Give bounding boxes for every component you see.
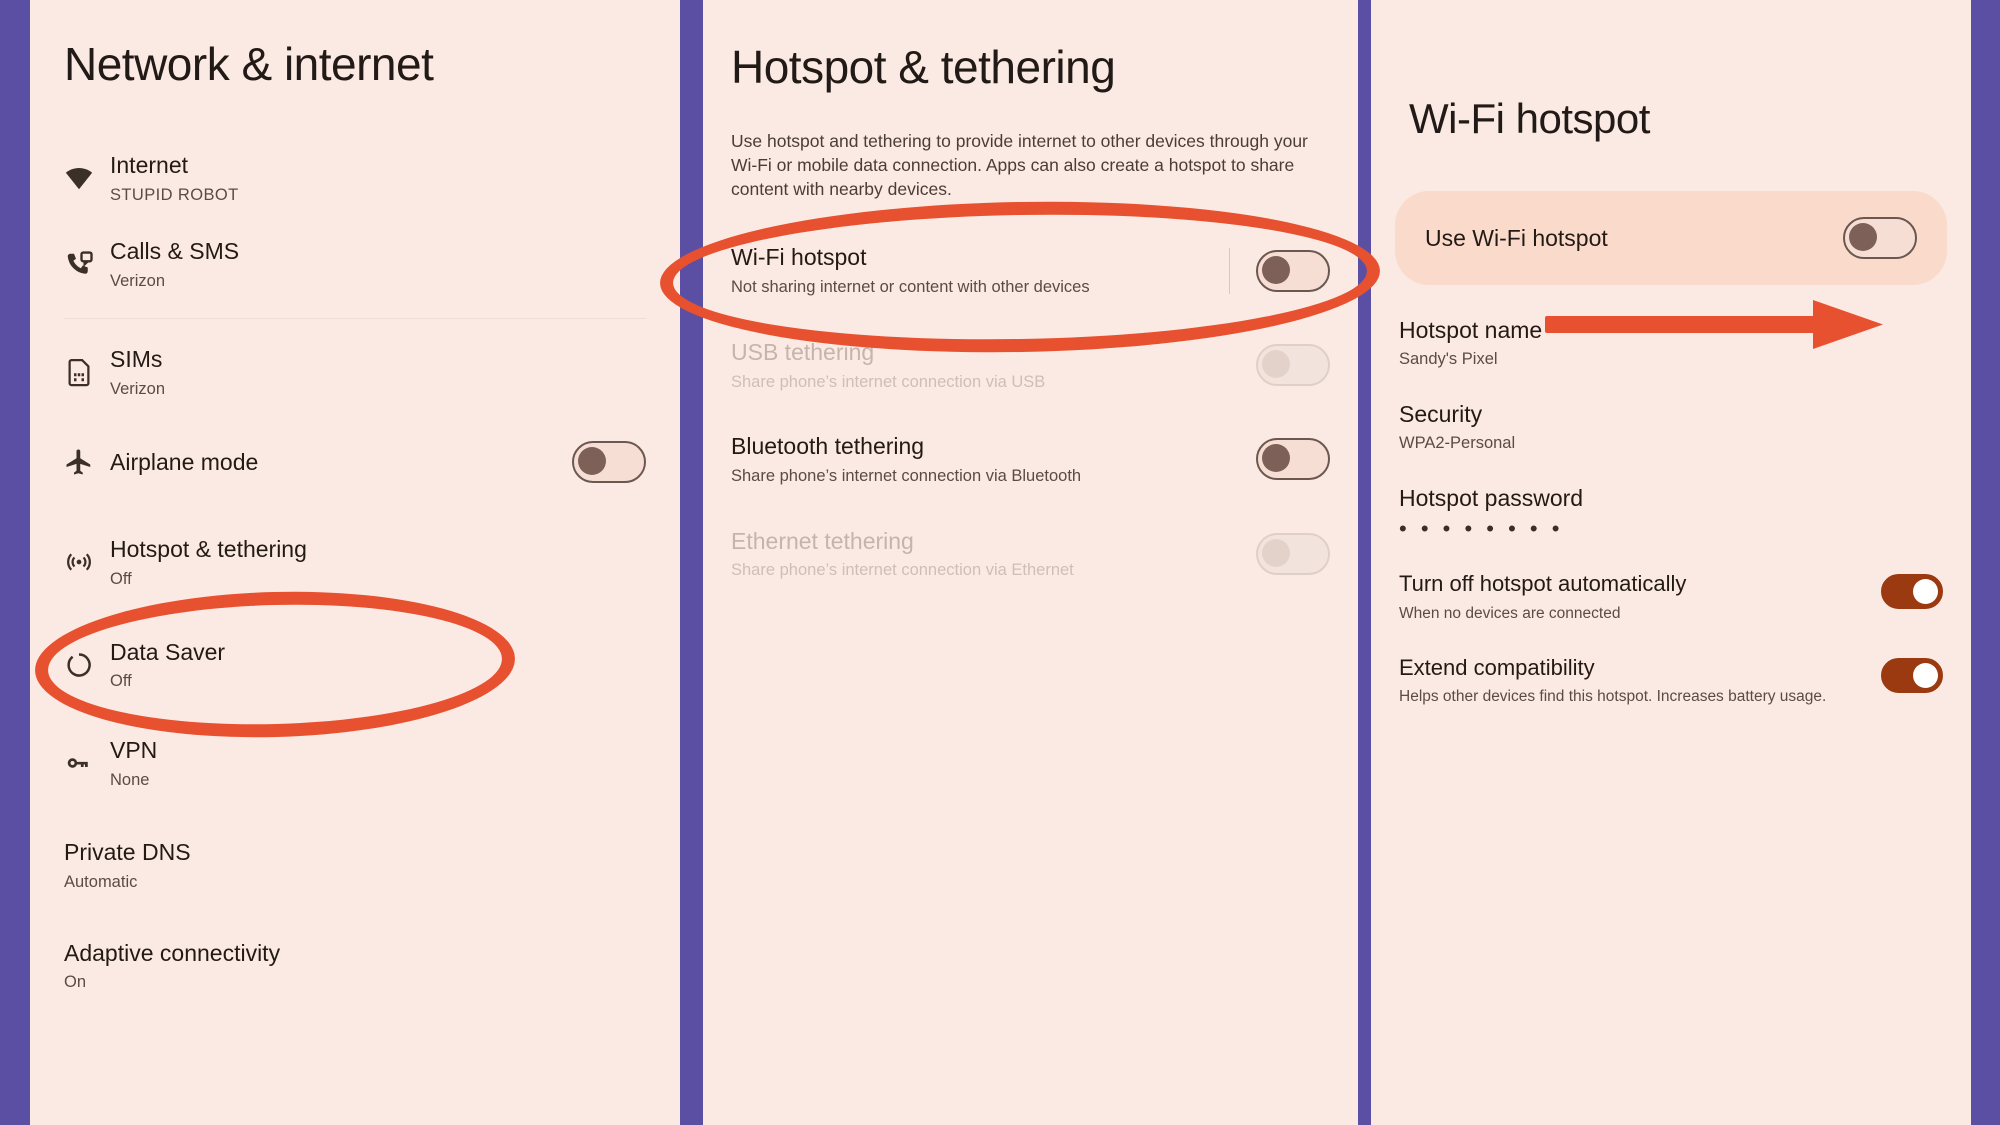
toggle-knob — [1913, 662, 1938, 688]
page-title: Wi-Fi hotspot — [1409, 95, 1650, 142]
detail-hotspot-name[interactable]: Hotspot name Sandy's Pixel — [1399, 317, 1943, 369]
settings-list: Internet STUPID ROBOT Calls & SMS Verizo… — [30, 135, 680, 1009]
airplane-icon — [64, 447, 110, 477]
item-subtitle: None — [110, 770, 150, 789]
item-subtitle: Verizon — [110, 272, 166, 291]
extend-compatibility-toggle[interactable] — [1881, 657, 1943, 693]
tethering-options-list: Wi-Fi hotspot Not sharing internet or co… — [703, 223, 1358, 601]
item-subtitle: Not sharing internet or content with oth… — [731, 278, 1090, 297]
item-title: Calls & SMS — [110, 238, 240, 265]
row-extend-compatibility[interactable]: Extend compatibility Helps other devices… — [1399, 654, 1943, 708]
item-subtitle: Share phone’s internet connection via Bl… — [731, 466, 1082, 485]
item-subtitle: Off — [110, 569, 132, 588]
toggle-knob — [578, 447, 606, 476]
toggle-knob — [1262, 444, 1290, 473]
wifi-hotspot-panel: Wi-Fi hotspot Use Wi-Fi hotspot Hotspot … — [1371, 0, 1971, 1125]
toggle-knob — [1262, 255, 1290, 284]
divider — [64, 317, 646, 319]
calls-sms-icon — [64, 250, 110, 280]
toggle-knob — [1262, 538, 1290, 567]
item-subtitle: Automatic — [64, 873, 138, 891]
item-subtitle: On — [64, 973, 87, 992]
detail-security[interactable]: Security WPA2-Personal — [1399, 401, 1943, 453]
item-title: Data Saver — [110, 638, 226, 665]
sim-card-icon — [64, 357, 110, 387]
ethernet-tethering-toggle — [1256, 532, 1330, 575]
turn-off-hotspot-automatically-toggle[interactable] — [1881, 574, 1943, 609]
item-title: Private DNS — [64, 839, 191, 866]
item-title: VPN — [110, 736, 158, 763]
item-title: Hotspot & tethering — [110, 536, 307, 563]
page-title: Network & internet — [64, 38, 434, 90]
row-bluetooth-tethering[interactable]: Bluetooth tethering Share phone’s intern… — [703, 412, 1358, 506]
item-title: USB tethering — [731, 338, 875, 365]
detail-title: Hotspot password — [1399, 485, 1584, 511]
use-wifi-hotspot-card[interactable]: Use Wi-Fi hotspot — [1395, 191, 1947, 285]
data-saver-icon — [64, 650, 110, 680]
sidebar-item-sims[interactable]: SIMs Verizon — [30, 329, 680, 415]
item-title: Bluetooth tethering — [731, 433, 925, 460]
screenshot-root: Network & internet Internet STUPID ROBOT — [0, 0, 2000, 1125]
use-wifi-hotspot-toggle[interactable] — [1843, 217, 1917, 259]
airplane-mode-toggle[interactable] — [572, 441, 646, 484]
row-wifi-hotspot[interactable]: Wi-Fi hotspot Not sharing internet or co… — [703, 223, 1358, 317]
item-subtitle: STUPID ROBOT — [110, 185, 239, 204]
row-subtitle: When no devices are connected — [1399, 604, 1621, 622]
sidebar-item-vpn[interactable]: VPN None — [30, 714, 680, 812]
toggle-knob — [1262, 349, 1290, 378]
sidebar-item-calls-sms[interactable]: Calls & SMS Verizon — [30, 221, 680, 307]
toggle-knob — [1913, 579, 1938, 604]
sidebar-item-hotspot-tethering[interactable]: Hotspot & tethering Off — [30, 509, 680, 615]
row-ethernet-tethering: Ethernet tethering Share phone’s interne… — [703, 507, 1358, 601]
page-title: Hotspot & tethering — [731, 41, 1116, 93]
sidebar-item-data-saver[interactable]: Data Saver Off — [30, 616, 680, 714]
use-wifi-hotspot-label: Use Wi-Fi hotspot — [1425, 224, 1608, 251]
sidebar-item-private-dns[interactable]: Private DNS Automatic — [30, 812, 680, 902]
hotspot-icon — [64, 547, 110, 577]
vpn-key-icon — [64, 748, 110, 778]
item-title: Wi-Fi hotspot — [731, 244, 867, 271]
row-title: Extend compatibility — [1399, 654, 1595, 680]
row-separator — [1229, 247, 1230, 294]
toggle-knob — [1849, 223, 1877, 251]
page-description: Use hotspot and tethering to provide int… — [731, 131, 1308, 200]
item-subtitle: Verizon — [110, 379, 166, 398]
sidebar-item-airplane-mode[interactable]: Airplane mode — [30, 415, 680, 509]
item-title: Internet — [110, 152, 188, 178]
hotspot-tethering-panel: Hotspot & tethering Use hotspot and teth… — [703, 0, 1358, 1125]
network-internet-panel: Network & internet Internet STUPID ROBOT — [30, 0, 680, 1125]
row-subtitle: Helps other devices find this hotspot. I… — [1399, 688, 1827, 706]
detail-hotspot-password[interactable]: Hotspot password • • • • • • • • — [1399, 485, 1943, 540]
wifi-icon — [64, 163, 110, 193]
wifi-hotspot-toggle[interactable] — [1256, 249, 1330, 292]
row-title: Turn off hotspot automatically — [1399, 571, 1687, 596]
detail-value-masked: • • • • • • • • — [1399, 516, 1564, 541]
item-subtitle: Share phone’s internet connection via Et… — [731, 561, 1074, 580]
detail-title: Hotspot name — [1399, 317, 1543, 343]
item-subtitle: Share phone’s internet connection via US… — [731, 372, 1046, 391]
item-title: SIMs — [110, 345, 163, 372]
row-usb-tethering: USB tethering Share phone’s internet con… — [703, 318, 1358, 412]
detail-value: WPA2-Personal — [1399, 434, 1516, 452]
detail-value: Sandy's Pixel — [1399, 350, 1498, 368]
sidebar-item-internet[interactable]: Internet STUPID ROBOT — [30, 135, 680, 221]
detail-title: Security — [1399, 401, 1483, 427]
row-turn-off-hotspot-automatically[interactable]: Turn off hotspot automatically When no d… — [1399, 570, 1943, 624]
item-title: Airplane mode — [110, 448, 259, 475]
sidebar-item-adaptive-connectivity[interactable]: Adaptive connectivity On — [30, 903, 680, 1009]
item-subtitle: Off — [110, 672, 132, 691]
bluetooth-tethering-toggle[interactable] — [1256, 438, 1330, 481]
item-title: Ethernet tethering — [731, 527, 914, 554]
item-title: Adaptive connectivity — [64, 939, 281, 966]
usb-tethering-toggle — [1256, 343, 1330, 386]
